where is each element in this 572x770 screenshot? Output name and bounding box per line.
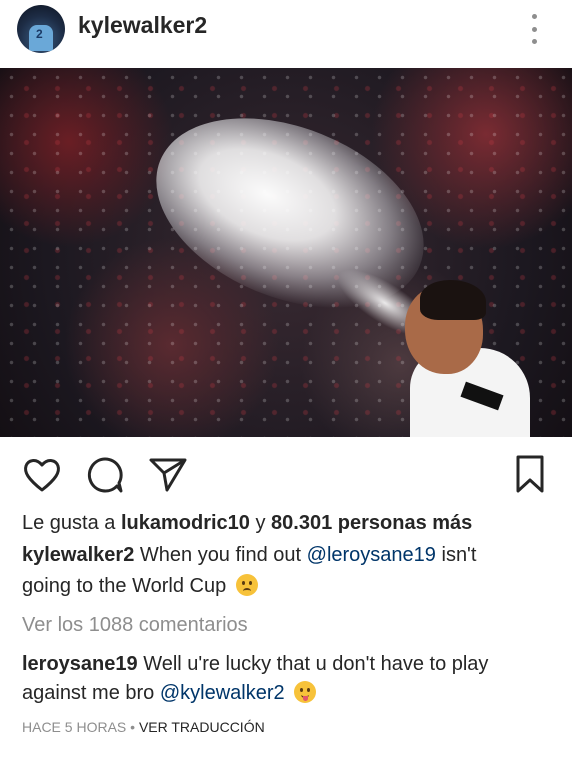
player-hair [420,280,486,320]
likes-connector: y [249,512,272,534]
caption-line-2: going to the World Cup [22,571,258,601]
more-vertical-icon[interactable] [526,14,542,44]
liked-by-user[interactable]: lukamodric10 [121,512,250,534]
post-username[interactable]: kylewalker2 [78,12,207,39]
likes-count[interactable]: 80.301 personas más [271,512,472,534]
caption-text-after: isn't [435,544,477,566]
caption-line2-text: going to the World Cup [22,575,227,597]
post-header: 2 kylewalker2 [0,0,572,68]
caption-username[interactable]: kylewalker2 [22,544,134,566]
post-meta: HACE 5 HORAS • VER TRADUCCIÓN [22,716,265,738]
caption-mention[interactable]: @leroysane19 [307,544,436,566]
action-bar [0,437,572,513]
comment-line-2: against me bro @kylewalker2 [22,678,317,708]
comment-icon[interactable] [86,456,124,494]
comment-username[interactable]: leroysane19 [22,653,138,675]
caption-text-before: When you find out [134,544,307,566]
bookmark-icon[interactable] [514,454,546,494]
avatar-number: 2 [36,27,43,41]
caption-line-1: kylewalker2 When you find out @leroysane… [22,540,476,570]
likes-line: Le gusta a lukamodric10 y 80.301 persona… [22,508,472,538]
view-comments-link[interactable]: Ver los 1088 comentarios [22,610,248,640]
post-time: HACE 5 HORAS [22,719,127,735]
heart-icon[interactable] [22,455,62,495]
post-image[interactable] [0,68,572,437]
avatar[interactable]: 2 [17,5,65,53]
comment-mention[interactable]: @kylewalker2 [160,682,285,704]
sad-face-emoji-icon [235,574,258,596]
comment-line2-prefix: against me bro [22,682,160,704]
meta-separator: • [126,719,139,735]
send-icon[interactable] [148,456,188,494]
see-translation-link[interactable]: VER TRADUCCIÓN [139,719,265,735]
tongue-wink-emoji-icon [294,681,317,703]
likes-prefix: Le gusta a [22,512,121,534]
comment-line1-text: Well u're lucky that u don't have to pla… [137,653,489,675]
comment-line-1: leroysane19 Well u're lucky that u don't… [22,649,488,679]
